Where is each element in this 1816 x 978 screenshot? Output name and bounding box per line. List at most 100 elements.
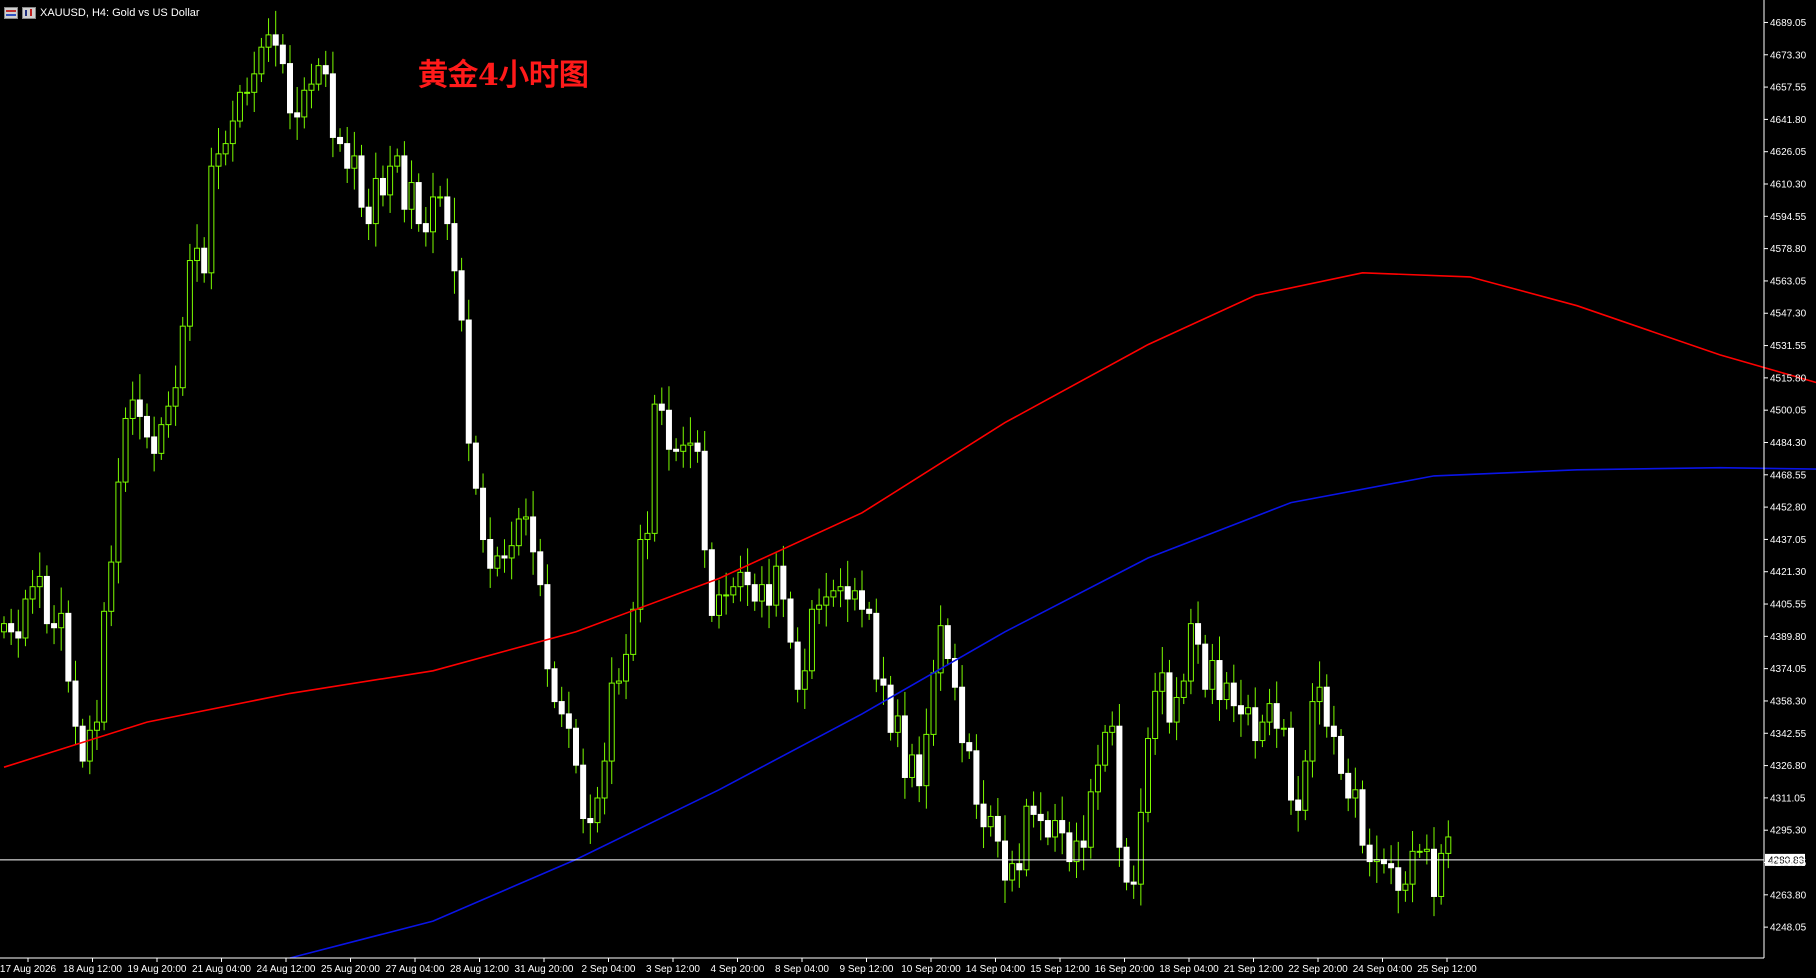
candle — [1044, 811, 1051, 846]
candle-body — [1338, 735, 1345, 774]
candle — [72, 660, 79, 745]
candle — [136, 374, 143, 440]
candle — [1137, 788, 1144, 906]
candle — [1352, 767, 1359, 818]
candlestick-chart[interactable]: 4280.834689.054673.304657.554641.804626.… — [0, 0, 1816, 978]
candle-body — [944, 625, 951, 659]
candle — [1202, 634, 1209, 698]
candle-body — [680, 444, 687, 452]
candle-body — [1345, 772, 1352, 799]
candle-body — [165, 405, 172, 426]
candle-body — [215, 153, 222, 167]
candle-body — [36, 575, 43, 588]
candle — [151, 416, 158, 472]
candle — [1016, 843, 1023, 888]
candle-body — [687, 442, 694, 446]
window-icon[interactable] — [4, 7, 18, 19]
candle-body — [987, 815, 994, 828]
candle-body — [1180, 680, 1187, 698]
candle-body — [251, 73, 258, 93]
candle — [294, 86, 301, 140]
candle — [115, 458, 122, 584]
candle — [51, 605, 58, 645]
candle-body — [601, 760, 608, 799]
candle-body — [365, 206, 372, 225]
candle — [1052, 803, 1059, 852]
price-tick-label: 4641.80 — [1770, 115, 1807, 126]
candle — [1094, 744, 1101, 810]
candle-body — [1152, 690, 1159, 740]
candle-body — [279, 44, 286, 65]
candle-body — [880, 678, 887, 686]
candle — [1216, 636, 1223, 721]
candle — [937, 605, 944, 691]
candle — [773, 553, 780, 617]
candle-body — [322, 65, 329, 75]
candle-body — [51, 623, 58, 629]
price-tick-label: 4437.05 — [1770, 535, 1807, 546]
price-tick-label: 4547.30 — [1770, 309, 1807, 320]
candle-body — [522, 516, 529, 520]
candle-body — [272, 34, 279, 46]
candle-body — [351, 155, 358, 169]
candle-body — [315, 65, 322, 85]
candle — [587, 794, 594, 844]
candle — [1145, 727, 1151, 823]
candle — [86, 715, 93, 775]
chart-area[interactable]: 4280.83 4689.05 4673.30 4657.55 4641.80 4626.… — [0, 0, 1816, 978]
candle — [673, 438, 680, 462]
candle-body — [615, 680, 622, 684]
candle — [172, 365, 179, 426]
candle-body — [1423, 848, 1430, 852]
candle — [1266, 688, 1273, 736]
price-tick-label: 4405.55 — [1770, 600, 1807, 611]
price-tick-label: 4358.30 — [1770, 696, 1807, 707]
candle-body — [901, 715, 908, 778]
candle-body — [1073, 840, 1080, 863]
chart-type-icon[interactable] — [22, 7, 36, 19]
candle-body — [1080, 840, 1087, 848]
candle-body — [244, 91, 251, 94]
price-tick-label: 4452.80 — [1770, 503, 1807, 514]
price-tick-label: 4689.05 — [1770, 18, 1807, 29]
price-tick-label: 4263.80 — [1770, 890, 1807, 901]
candle-body — [859, 590, 865, 610]
candle-body — [651, 403, 658, 534]
candle-body — [758, 584, 765, 602]
candle-body — [1016, 863, 1023, 871]
candle-body — [372, 177, 379, 225]
candle-body — [573, 727, 579, 766]
candle — [1059, 796, 1066, 855]
candle-body — [794, 641, 801, 690]
candle — [723, 572, 730, 615]
candle-body — [1445, 836, 1452, 854]
candle — [408, 160, 415, 229]
candle — [1116, 704, 1123, 867]
candle — [701, 430, 708, 568]
candle — [644, 511, 651, 560]
candle — [916, 736, 923, 803]
candle — [122, 407, 129, 492]
candle — [880, 656, 887, 705]
symbol-title: XAUUSD, H4: Gold vs US Dollar — [40, 7, 200, 19]
candle — [537, 538, 544, 597]
candle-body — [1302, 760, 1309, 811]
candle — [1338, 729, 1345, 780]
candle-body — [665, 409, 672, 450]
candle — [794, 627, 801, 703]
candle — [215, 128, 222, 190]
candle-body — [1059, 820, 1066, 834]
candle — [508, 521, 515, 580]
candle — [744, 548, 751, 606]
candle-body — [1202, 643, 1209, 690]
candle-body — [472, 442, 479, 489]
price-tick-label: 4610.30 — [1770, 180, 1807, 191]
candle — [694, 430, 701, 463]
candle — [1, 616, 7, 639]
candle — [1152, 672, 1159, 755]
candle-body — [1052, 820, 1059, 838]
candle-body — [1109, 725, 1116, 733]
candle — [1259, 714, 1266, 748]
time-tick-label: 18 Aug 12:00 — [63, 964, 122, 975]
price-tick-label: 4594.55 — [1770, 212, 1807, 223]
